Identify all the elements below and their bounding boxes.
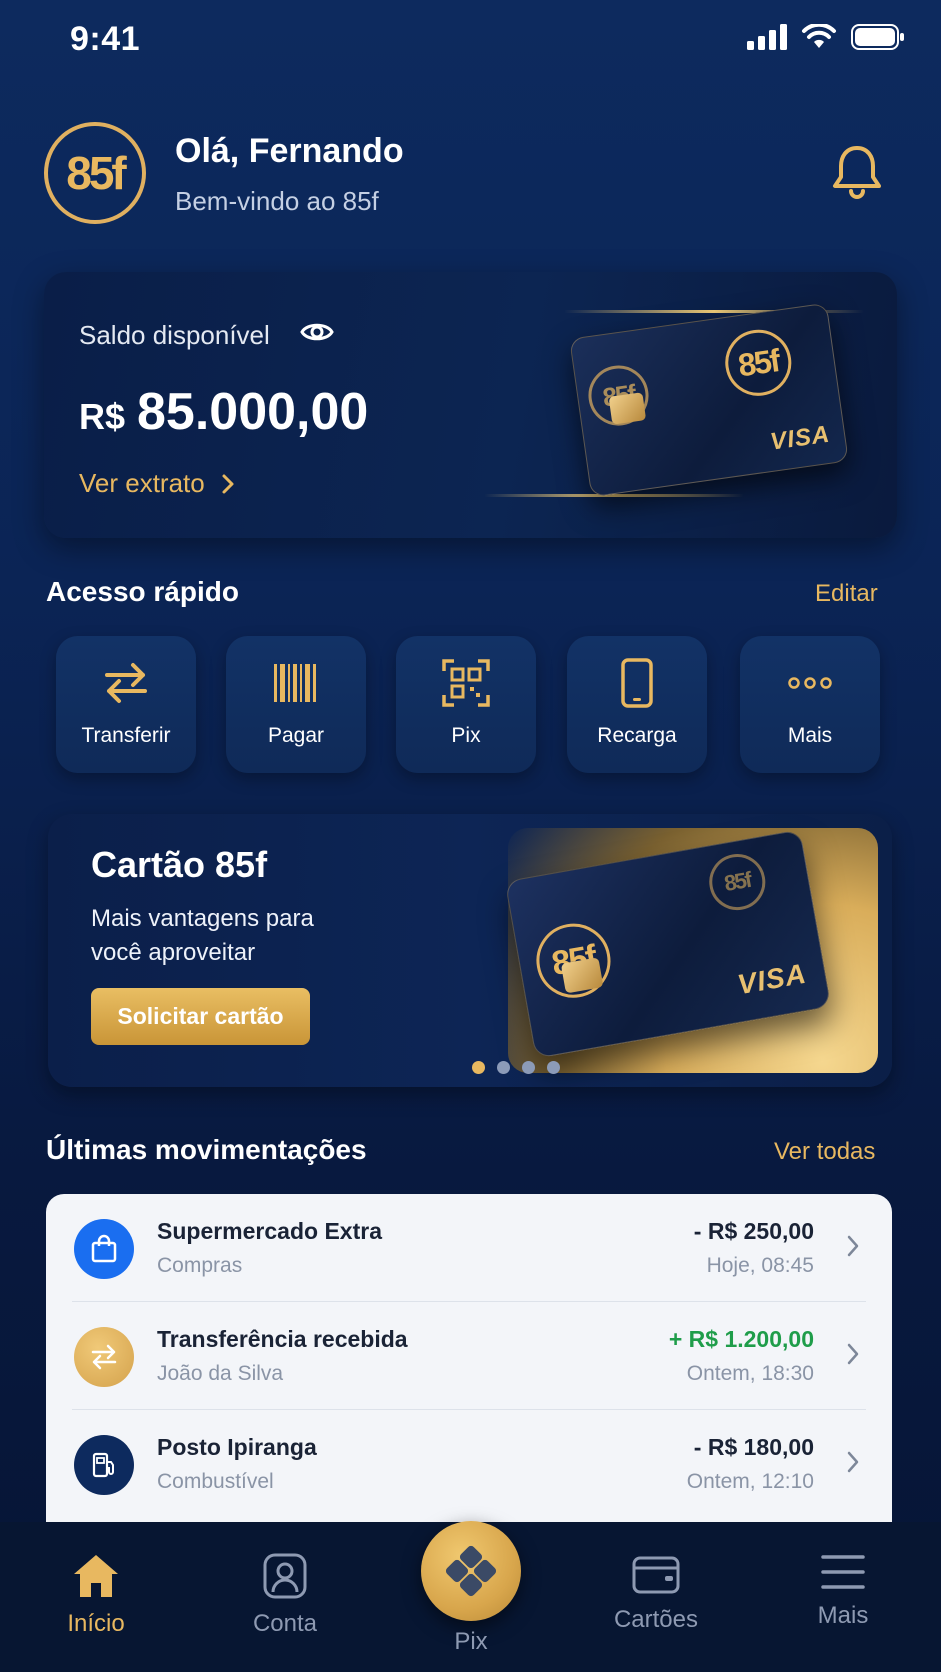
transaction-title: Supermercado Extra xyxy=(157,1218,382,1244)
more-dots-icon xyxy=(788,677,832,689)
transaction-category: Combustível xyxy=(157,1470,274,1493)
nav-label: Conta xyxy=(252,1610,318,1637)
request-card-button[interactable]: Solicitar cartão xyxy=(91,988,310,1045)
promo-subtitle: Mais vantagens para você aproveitar xyxy=(91,905,314,966)
wifi-icon xyxy=(802,24,836,48)
user-icon xyxy=(263,1553,307,1599)
nav-label: Mais xyxy=(817,1602,869,1629)
transaction-row[interactable]: Posto Ipiranga Combustível - R$ 180,00 O… xyxy=(46,1410,892,1518)
bell-icon xyxy=(833,146,881,199)
shopping-bag-icon xyxy=(91,1234,117,1263)
balance-card-image: 85f 85f VISA xyxy=(569,302,849,498)
chevron-right-icon xyxy=(222,474,234,493)
view-statement-link[interactable]: Ver extrato xyxy=(79,468,235,499)
qr-code-icon xyxy=(442,659,490,707)
nav-item-pix[interactable] xyxy=(421,1521,521,1621)
quick-more-button[interactable]: Mais xyxy=(740,636,880,773)
status-icons xyxy=(747,24,905,50)
carousel-dot[interactable] xyxy=(522,1061,535,1074)
transaction-icon xyxy=(74,1327,134,1387)
transaction-row[interactable]: Supermercado Extra Compras - R$ 250,00 H… xyxy=(46,1194,892,1302)
toggle-balance-visibility[interactable] xyxy=(300,320,334,349)
transaction-date: Ontem, 18:30 xyxy=(686,1362,814,1385)
greeting-title: Olá, Fernando xyxy=(175,132,404,170)
quick-recharge-button[interactable]: Recarga xyxy=(567,636,707,773)
brand-logo-text: 85f xyxy=(66,147,127,199)
signal-icon xyxy=(747,24,787,50)
transactions-title: Últimas movimentações xyxy=(46,1134,367,1165)
chevron-right-icon xyxy=(847,1343,859,1365)
transaction-row[interactable]: Transferência recebida João da Silva + R… xyxy=(46,1302,892,1410)
battery-icon xyxy=(851,24,904,50)
status-bar: 9:41 xyxy=(0,0,941,80)
barcode-icon xyxy=(274,664,316,702)
transaction-title: Transferência recebida xyxy=(157,1326,408,1352)
transaction-title: Posto Ipiranga xyxy=(157,1434,317,1460)
fuel-pump-icon xyxy=(92,1452,114,1478)
quick-more-label: Mais xyxy=(787,724,833,747)
card-brand: VISA xyxy=(735,957,809,1001)
transfer-icon xyxy=(105,663,147,703)
transaction-amount: - R$ 180,00 xyxy=(693,1434,814,1460)
promo-banner[interactable]: 85f 85f VISA Cartão 85f Mais vantagens p… xyxy=(48,814,892,1087)
nav-label: Cartões xyxy=(613,1606,699,1633)
balance-currency: R$ xyxy=(79,396,126,437)
menu-icon xyxy=(821,1555,865,1589)
quick-recharge-label: Recarga xyxy=(597,724,677,747)
balance-label: Saldo disponível xyxy=(79,320,270,350)
promo-title: Cartão 85f xyxy=(91,844,268,885)
greeting-subtitle: Bem-vindo ao 85f xyxy=(175,186,379,216)
edit-quick-access-link[interactable]: Editar xyxy=(815,580,878,608)
status-time: 9:41 xyxy=(70,20,141,58)
transfer-icon xyxy=(91,1344,117,1370)
view-statement-label: Ver extrato xyxy=(79,468,205,498)
home-icon xyxy=(74,1555,118,1597)
nav-item-cards[interactable]: Cartões xyxy=(596,1552,716,1634)
carousel-dot[interactable] xyxy=(472,1061,485,1074)
wallet-icon xyxy=(632,1556,680,1594)
transaction-date: Ontem, 12:10 xyxy=(686,1470,814,1493)
quick-pay-label: Pagar xyxy=(267,724,325,747)
phone-icon xyxy=(621,658,653,708)
quick-pix-button[interactable]: Pix xyxy=(396,636,536,773)
carousel-dot[interactable] xyxy=(547,1061,560,1074)
balance-card: Saldo disponível R$ 85.000,00 Ver extrat… xyxy=(44,272,897,538)
quick-access-title: Acesso rápido xyxy=(46,576,239,607)
brand-logo: 85f xyxy=(44,122,146,224)
quick-transfer-button[interactable]: Transferir xyxy=(56,636,196,773)
card-brand: VISA xyxy=(768,420,832,456)
card-logo: 85f xyxy=(704,849,770,915)
transaction-icon xyxy=(74,1219,134,1279)
nav-item-more[interactable]: Mais xyxy=(783,1552,903,1630)
carousel-dot[interactable] xyxy=(497,1061,510,1074)
nav-label: Pix xyxy=(454,1628,488,1655)
transaction-amount: - R$ 250,00 xyxy=(693,1218,814,1244)
carousel-dots xyxy=(472,1061,560,1074)
transaction-date: Hoje, 08:45 xyxy=(706,1254,814,1277)
transaction-category: João da Silva xyxy=(157,1362,284,1385)
notifications-button[interactable] xyxy=(832,144,882,205)
quick-pix-label: Pix xyxy=(451,724,481,747)
quick-pay-button[interactable]: Pagar xyxy=(226,636,366,773)
transaction-amount: + R$ 1.200,00 xyxy=(668,1326,814,1352)
transaction-icon xyxy=(74,1435,134,1495)
balance-value: 85.000,00 xyxy=(137,383,369,441)
see-all-transactions-link[interactable]: Ver todas xyxy=(774,1138,875,1166)
card-glow xyxy=(484,494,744,497)
card-logo: 85f xyxy=(721,325,796,401)
pix-icon xyxy=(445,1545,497,1597)
transactions-list: Supermercado Extra Compras - R$ 250,00 H… xyxy=(46,1194,892,1524)
transaction-category: Compras xyxy=(157,1254,243,1277)
nav-label: Início xyxy=(67,1610,125,1637)
chevron-right-icon xyxy=(847,1451,859,1473)
nav-item-account[interactable]: Conta xyxy=(225,1552,345,1638)
eye-icon xyxy=(300,323,334,341)
quick-transfer-label: Transferir xyxy=(81,724,171,747)
chevron-right-icon xyxy=(847,1235,859,1257)
card-chip xyxy=(608,392,647,425)
nav-item-home[interactable]: Início xyxy=(36,1552,156,1638)
